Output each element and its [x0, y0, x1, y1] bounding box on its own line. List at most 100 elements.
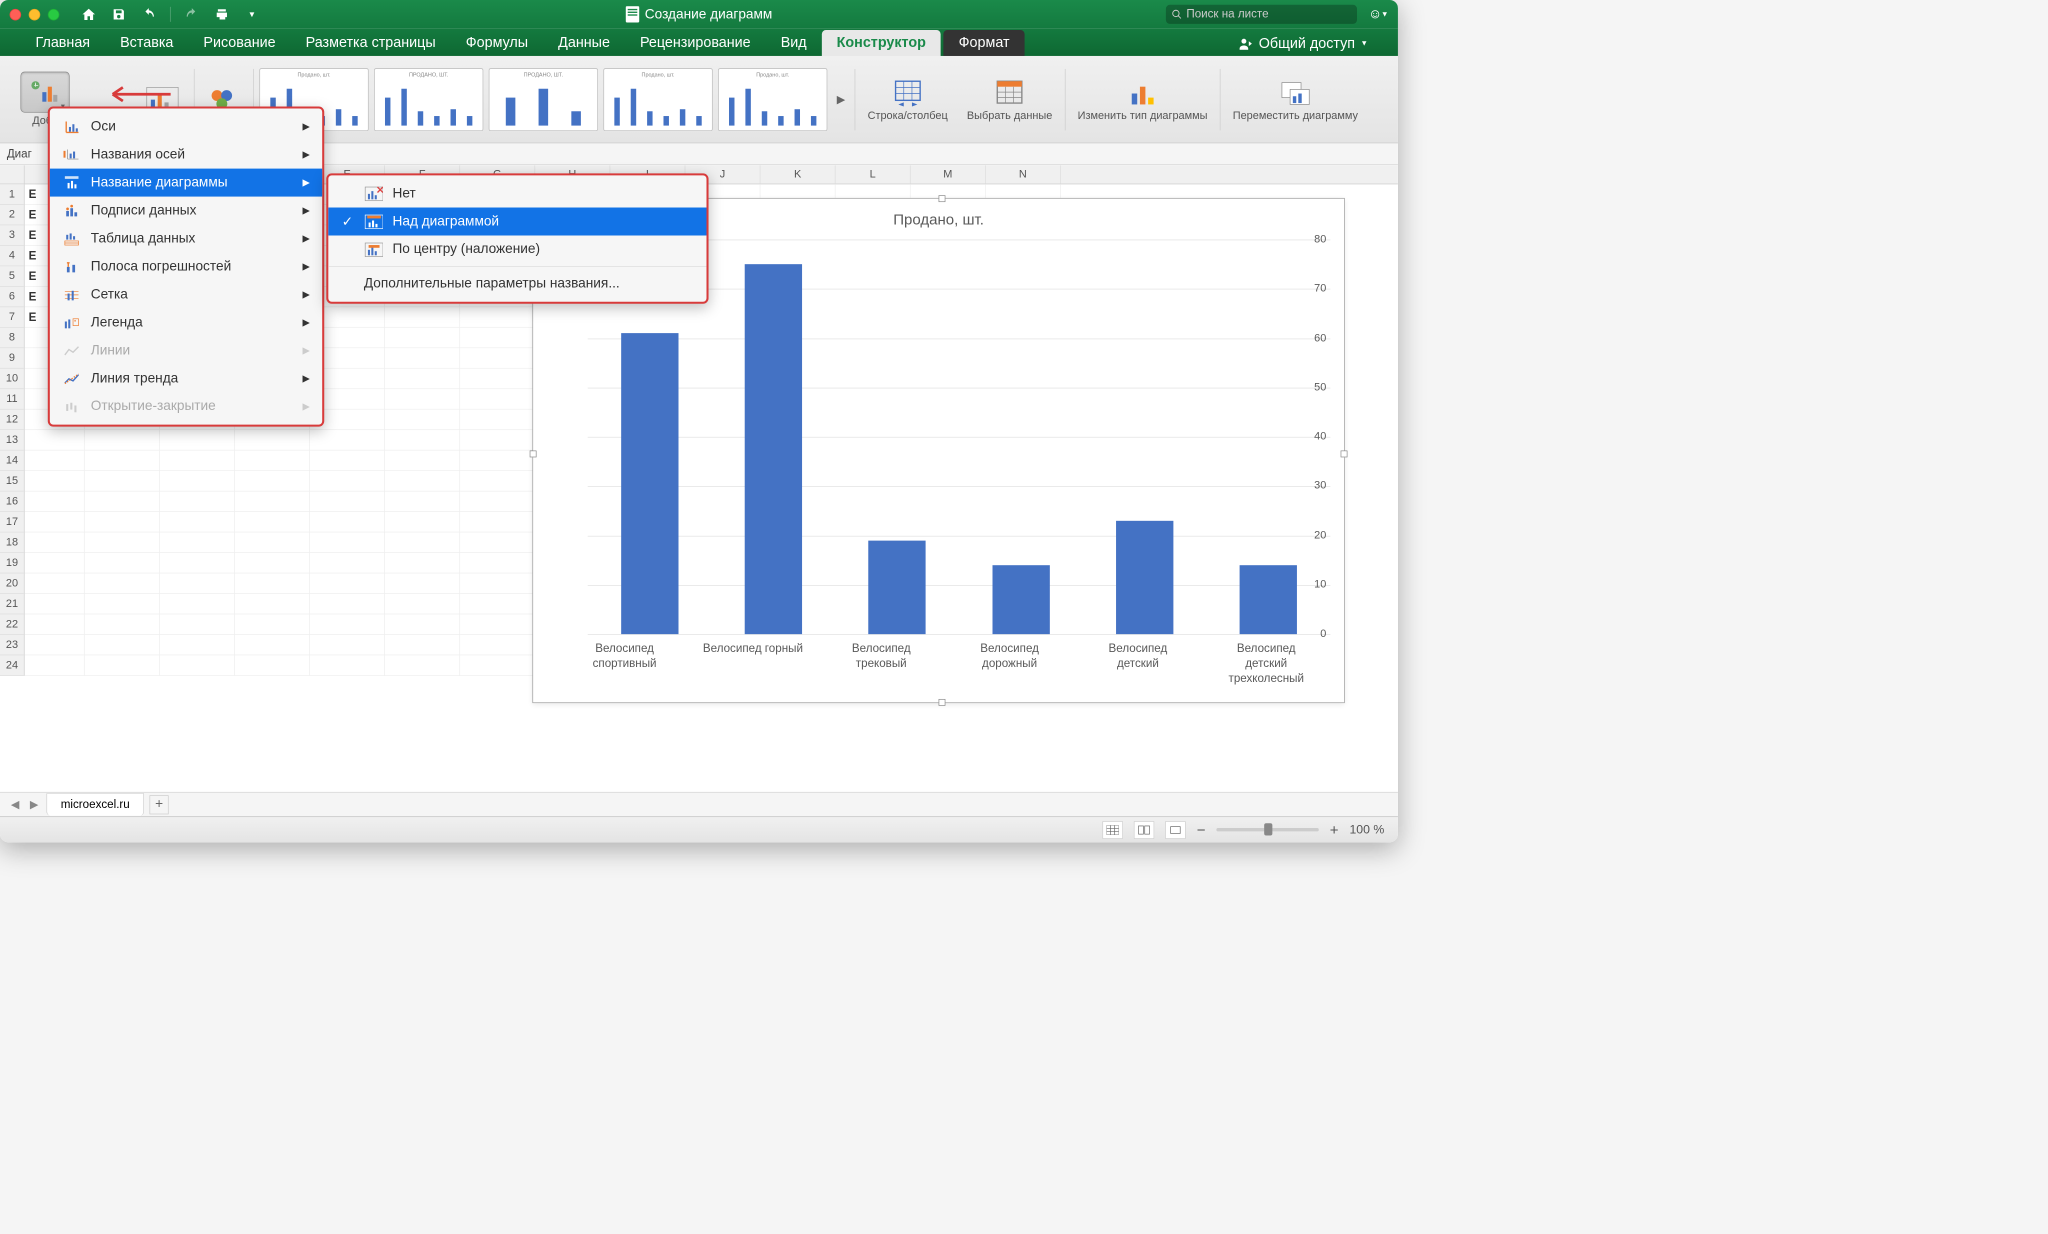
- cell[interactable]: [310, 635, 385, 655]
- row-header[interactable]: 13: [0, 430, 24, 450]
- cell[interactable]: [25, 471, 85, 491]
- submenu-more-options[interactable]: Дополнительные параметры названия...: [328, 270, 706, 298]
- row-header[interactable]: 6: [0, 287, 24, 307]
- cell[interactable]: [85, 430, 160, 450]
- zoom-slider[interactable]: [1216, 828, 1318, 831]
- cell[interactable]: [85, 532, 160, 552]
- row-header[interactable]: 8: [0, 328, 24, 348]
- cell[interactable]: [385, 451, 460, 471]
- select-data-button[interactable]: [993, 77, 1026, 107]
- cell[interactable]: [385, 635, 460, 655]
- cell[interactable]: [385, 471, 460, 491]
- cell[interactable]: [160, 430, 235, 450]
- bar[interactable]: [745, 264, 802, 634]
- row-header[interactable]: 17: [0, 512, 24, 532]
- cell[interactable]: [25, 614, 85, 634]
- row-header[interactable]: 19: [0, 553, 24, 573]
- cell[interactable]: [310, 594, 385, 614]
- cell[interactable]: [160, 471, 235, 491]
- row-header[interactable]: 20: [0, 573, 24, 593]
- cell[interactable]: [160, 635, 235, 655]
- cell[interactable]: [460, 594, 535, 614]
- chart-style-3[interactable]: ПРОДАНО, ШТ.: [489, 68, 598, 131]
- cell[interactable]: [460, 451, 535, 471]
- bar[interactable]: [1116, 521, 1173, 634]
- row-header[interactable]: 22: [0, 614, 24, 634]
- cell[interactable]: [460, 389, 535, 409]
- cell[interactable]: [460, 430, 535, 450]
- minimize-window-button[interactable]: [29, 9, 41, 21]
- cell[interactable]: [85, 573, 160, 593]
- cell[interactable]: [160, 512, 235, 532]
- cell[interactable]: [385, 532, 460, 552]
- cell[interactable]: [310, 451, 385, 471]
- cell[interactable]: [85, 635, 160, 655]
- row-header[interactable]: 7: [0, 307, 24, 327]
- cell[interactable]: [385, 369, 460, 389]
- cell[interactable]: [235, 655, 310, 675]
- cell[interactable]: [25, 451, 85, 471]
- cell[interactable]: [460, 655, 535, 675]
- cell[interactable]: [460, 532, 535, 552]
- cell[interactable]: [85, 471, 160, 491]
- cell[interactable]: [235, 471, 310, 491]
- cell[interactable]: [25, 491, 85, 511]
- tab-home[interactable]: Главная: [20, 30, 105, 56]
- row-header[interactable]: 18: [0, 532, 24, 552]
- feedback-icon[interactable]: ▼: [1371, 5, 1389, 23]
- search-input[interactable]: Поиск на листе: [1166, 5, 1357, 24]
- row-header[interactable]: 3: [0, 225, 24, 245]
- cell[interactable]: [310, 512, 385, 532]
- cell[interactable]: [310, 655, 385, 675]
- tab-data[interactable]: Данные: [543, 30, 625, 56]
- cell[interactable]: [235, 594, 310, 614]
- cell[interactable]: [85, 655, 160, 675]
- sheet-prev-button[interactable]: ◀: [8, 798, 22, 812]
- sheet-next-button[interactable]: ▶: [27, 798, 41, 812]
- bar[interactable]: [992, 565, 1049, 634]
- submenu-none[interactable]: Нет: [328, 180, 706, 208]
- print-icon[interactable]: [213, 5, 231, 23]
- cell[interactable]: [385, 553, 460, 573]
- row-header[interactable]: 1: [0, 184, 24, 204]
- normal-view-button[interactable]: [1103, 821, 1123, 839]
- cell[interactable]: [235, 614, 310, 634]
- cell[interactable]: [85, 594, 160, 614]
- cell[interactable]: [160, 532, 235, 552]
- submenu-above-chart[interactable]: ✓Над диаграммой: [328, 208, 706, 236]
- page-break-view-button[interactable]: [1165, 821, 1185, 839]
- row-header[interactable]: 5: [0, 266, 24, 286]
- cell[interactable]: [25, 573, 85, 593]
- cell[interactable]: [235, 553, 310, 573]
- cell[interactable]: [85, 451, 160, 471]
- cell[interactable]: [460, 307, 535, 327]
- bar[interactable]: [621, 333, 678, 634]
- styles-next-button[interactable]: ▶: [833, 68, 849, 131]
- row-header[interactable]: 21: [0, 594, 24, 614]
- cell[interactable]: [385, 655, 460, 675]
- tab-view[interactable]: Вид: [766, 30, 822, 56]
- home-icon[interactable]: [80, 5, 98, 23]
- tab-draw[interactable]: Рисование: [188, 30, 290, 56]
- cell[interactable]: [25, 594, 85, 614]
- share-button[interactable]: Общий доступ ▼: [1229, 31, 1378, 56]
- change-chart-type-button[interactable]: [1126, 77, 1159, 107]
- cell[interactable]: [460, 369, 535, 389]
- tab-insert[interactable]: Вставка: [105, 30, 188, 56]
- cell[interactable]: [235, 491, 310, 511]
- cell[interactable]: [385, 389, 460, 409]
- name-box[interactable]: Диаг: [7, 147, 32, 161]
- cell[interactable]: [160, 614, 235, 634]
- cell[interactable]: [160, 451, 235, 471]
- cell[interactable]: [235, 532, 310, 552]
- tab-review[interactable]: Рецензирование: [625, 30, 766, 56]
- chart-style-4[interactable]: Продано, шт.: [603, 68, 712, 131]
- bar[interactable]: [1240, 565, 1297, 634]
- add-sheet-button[interactable]: +: [150, 795, 169, 814]
- qat-dropdown-icon[interactable]: ▼: [243, 5, 261, 23]
- cell[interactable]: [460, 491, 535, 511]
- tab-format[interactable]: Формат: [944, 30, 1025, 56]
- menu-data-table[interactable]: Таблица данных▶: [50, 225, 322, 253]
- cell[interactable]: [160, 573, 235, 593]
- cell[interactable]: [310, 471, 385, 491]
